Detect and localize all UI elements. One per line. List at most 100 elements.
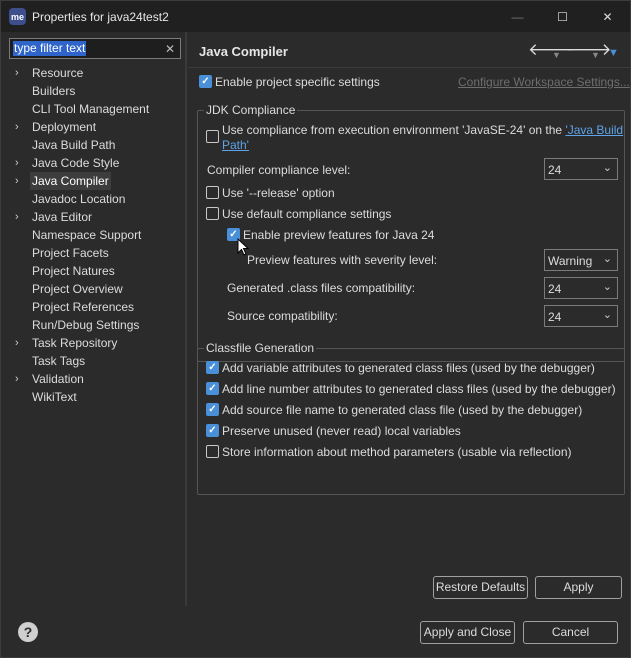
source-compat-value: 24 [548,310,562,324]
title-bar: me Properties for java24test2 — ☐ ✕ [1,1,630,32]
tree-item-label[interactable]: Project Overview [30,280,125,298]
classfile-option-checkbox[interactable]: ✓ [206,424,219,437]
tree-item[interactable]: › Validation [5,370,183,388]
tree-item-label[interactable]: Project References [30,298,136,316]
tree-item[interactable]: › Java Code Style [5,154,183,172]
tree-item[interactable]: › Resource [5,64,183,82]
tree-item-label[interactable]: Resource [30,64,85,82]
chevron-right-icon[interactable]: › [15,118,25,136]
tree-item[interactable]: › Java Compiler [5,172,183,190]
generated-class-compat-select[interactable]: 24 ⌄ [544,277,618,299]
tree-item-label[interactable]: Java Build Path [30,136,117,154]
tree-item-label[interactable]: Java Editor [30,208,94,226]
tree-item[interactable]: Project References [5,298,183,316]
minimize-button[interactable]: — [495,1,540,32]
tree-item-label[interactable]: Java Compiler [30,172,111,190]
mouse-pointer-icon [237,238,249,256]
use-compliance-text[interactable]: Use compliance from execution environmen… [222,123,565,137]
tree-item[interactable]: WikiText [5,388,183,406]
filter-input-text[interactable]: type filter text [13,41,87,56]
tree-item[interactable]: Builders [5,82,183,100]
close-button[interactable]: ✕ [585,1,630,32]
apply-and-close-button[interactable]: Apply and Close [420,621,515,644]
classfile-option-label[interactable]: Add variable attributes to generated cla… [222,361,595,375]
preference-tree-pane: type filter text ✕ › Resource Builders CLI … [5,38,183,606]
tree-item-label[interactable]: Project Natures [30,262,117,280]
tree-item[interactable]: Project Overview [5,280,183,298]
classfile-option-checkbox[interactable]: ✓ [206,361,219,374]
properties-dialog: me Properties for java24test2 — ☐ ✕ type… [0,0,631,658]
enable-project-specific-label[interactable]: Enable project specific settings [215,75,380,89]
tree-item-label[interactable]: Validation [30,370,86,388]
source-compat-select[interactable]: 24 ⌄ [544,305,618,327]
apply-button[interactable]: Apply [535,576,622,599]
tree-item[interactable]: Project Facets [5,244,183,262]
tree-item-label[interactable]: CLI Tool Management [30,100,151,118]
enable-preview-label[interactable]: Enable preview features for Java 24 [243,228,434,242]
chevron-right-icon[interactable]: › [15,154,25,172]
classfile-option-label[interactable]: Preserve unused (never read) local varia… [222,424,461,438]
classfile-option-checkbox[interactable] [206,445,219,458]
use-release-label[interactable]: Use '--release' option [222,186,335,200]
view-menu-icon[interactable]: ▼ [608,43,619,63]
tree-item[interactable]: › Task Repository [5,334,183,352]
filter-input[interactable]: type filter text ✕ [9,38,181,59]
use-default-compliance-checkbox[interactable] [206,207,219,220]
tree-item-label[interactable]: Task Repository [30,334,119,352]
chevron-down-icon: ⌄ [602,162,612,174]
use-release-checkbox[interactable] [206,186,219,199]
chevron-right-icon[interactable]: › [15,172,25,190]
use-default-compliance-label[interactable]: Use default compliance settings [222,207,391,221]
back-history-dropdown-icon[interactable]: ▼ [552,45,561,65]
help-icon[interactable]: ? [18,622,38,642]
tree-item[interactable]: Run/Debug Settings [5,316,183,334]
chevron-down-icon: ⌄ [602,309,612,321]
tree-item[interactable]: Namespace Support [5,226,183,244]
chevron-right-icon[interactable]: › [15,208,25,226]
tree-item-label[interactable]: Task Tags [30,352,87,370]
tree-item[interactable]: › Java Editor [5,208,183,226]
classfile-option-label[interactable]: Add line number attributes to generated … [222,382,616,396]
tree-item-label[interactable]: Java Code Style [30,154,121,172]
tree-item[interactable]: › Deployment [5,118,183,136]
java-build-path-link[interactable]: 'Java Build [565,123,623,137]
chevron-right-icon[interactable]: › [15,370,25,388]
tree-item-label[interactable]: Deployment [30,118,98,136]
classfile-option-label[interactable]: Add source file name to generated class … [222,403,582,417]
classfile-option-label[interactable]: Store information about method parameter… [222,445,572,459]
compliance-level-select[interactable]: 24 ⌄ [544,158,618,180]
tree-item-label[interactable]: Namespace Support [30,226,143,244]
cancel-button[interactable]: Cancel [523,621,618,644]
tree-item[interactable]: Java Build Path [5,136,183,154]
page-header: Java Compiler 🡐 ▼ 🡒 ▼ ▼ [188,32,630,68]
tree-item-label[interactable]: WikiText [30,388,79,406]
configure-workspace-link[interactable]: Configure Workspace Settings... [458,75,630,89]
chevron-right-icon[interactable]: › [15,334,25,352]
java-build-path-link-continued[interactable]: Path' [222,138,249,152]
forward-arrow-icon[interactable]: 🡒 [566,40,612,60]
tree-item[interactable]: Task Tags [5,352,183,370]
pane-splitter[interactable] [185,32,187,606]
forward-history-dropdown-icon[interactable]: ▼ [591,45,600,65]
preview-severity-select[interactable]: Warning ⌄ [544,249,618,271]
classfile-generation-legend: Classfile Generation [204,341,317,355]
jdk-compliance-legend: JDK Compliance [204,103,298,117]
tree-item-label[interactable]: Javadoc Location [30,190,127,208]
classfile-option-checkbox[interactable]: ✓ [206,403,219,416]
maximize-button[interactable]: ☐ [540,1,585,32]
chevron-right-icon[interactable]: › [15,64,25,82]
use-compliance-checkbox[interactable] [206,130,219,143]
use-compliance-label[interactable]: Use compliance from execution environmen… [222,123,623,137]
compliance-level-label: Compiler compliance level: [207,163,351,177]
tree-item-label[interactable]: Builders [30,82,77,100]
tree-item[interactable]: CLI Tool Management [5,100,183,118]
tree-item-label[interactable]: Project Facets [30,244,111,262]
clear-filter-icon[interactable]: ✕ [165,42,175,56]
tree-item[interactable]: Javadoc Location [5,190,183,208]
restore-defaults-button[interactable]: Restore Defaults [433,576,528,599]
tree-item-label[interactable]: Run/Debug Settings [30,316,141,334]
classfile-option-checkbox[interactable]: ✓ [206,382,219,395]
enable-project-specific-checkbox[interactable]: ✓ [199,75,212,88]
chevron-down-icon: ⌄ [602,253,612,265]
tree-item[interactable]: Project Natures [5,262,183,280]
